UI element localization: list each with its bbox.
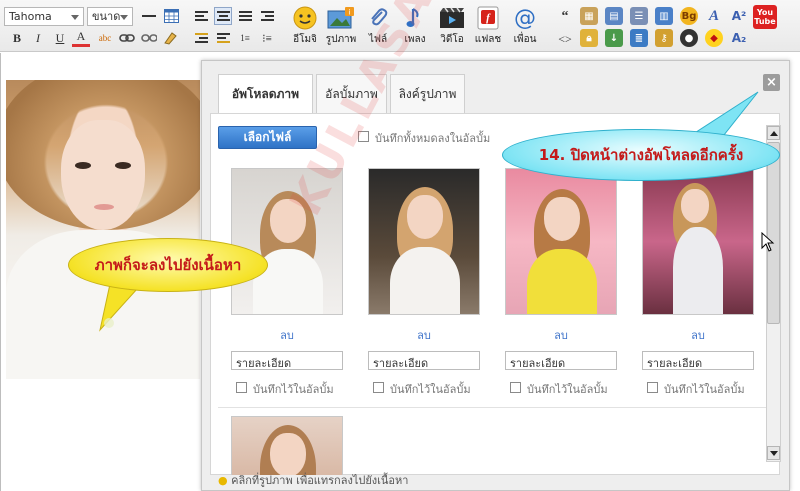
screen: Tahoma ขนาด B I U A abc 1≡ ⁝≡ อีโมจิ i ร… xyxy=(0,0,800,491)
mouse-cursor-icon xyxy=(761,231,775,257)
pointer-dot xyxy=(104,318,114,328)
close-callout: 14. ปิดหน้าต่างอัพโหลดอีกครั้ง xyxy=(502,129,780,181)
content-callout: ภาพก็จะลงไปยังเนื้อหา xyxy=(68,238,268,292)
